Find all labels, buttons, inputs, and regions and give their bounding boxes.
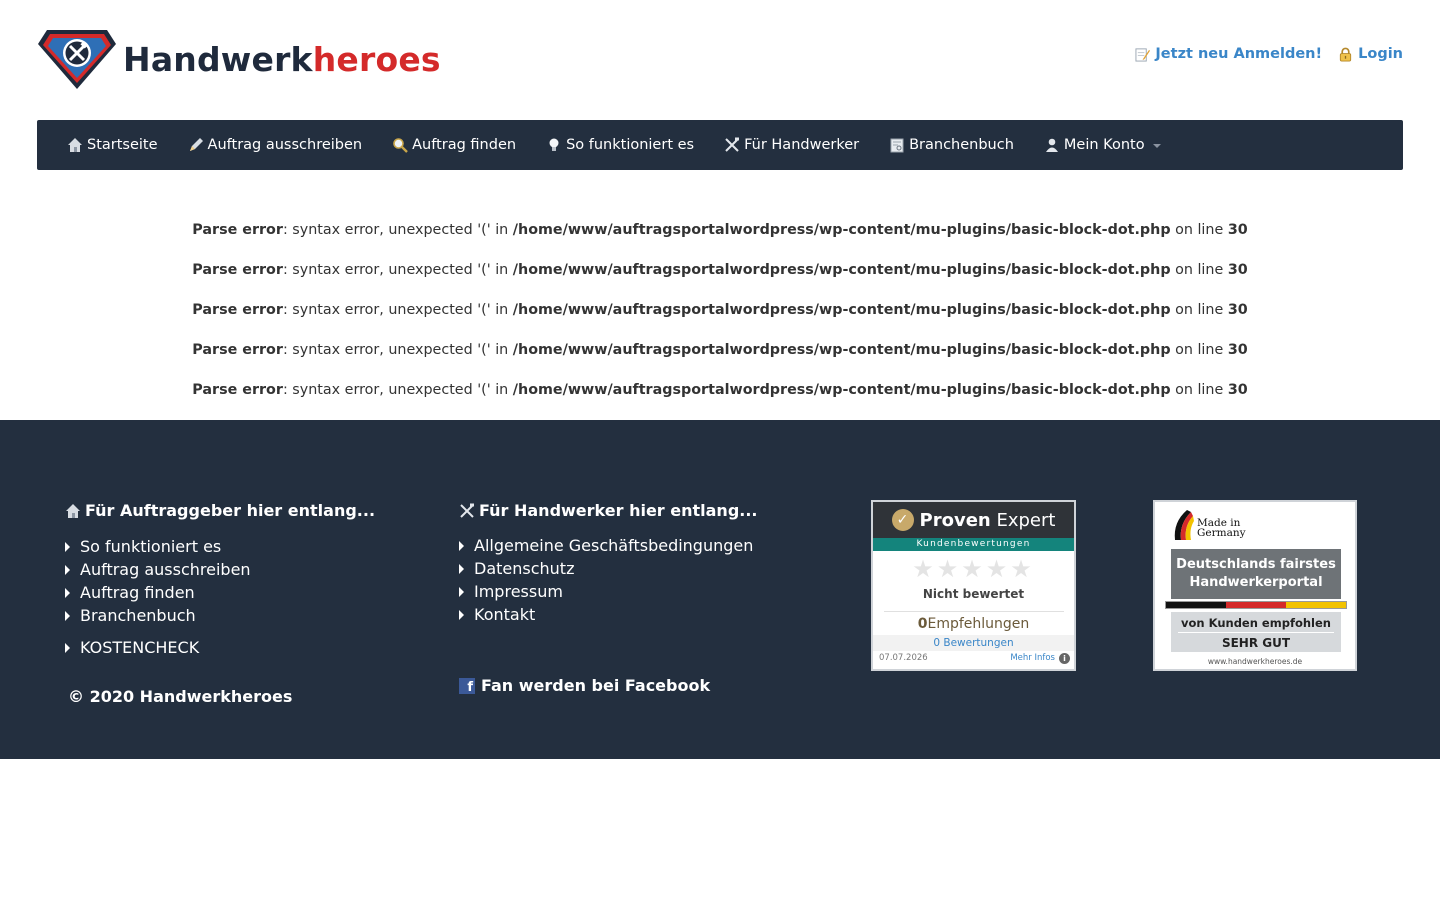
register-link-label: Jetzt neu Anmelden!: [1155, 46, 1323, 62]
footer-link-list: So funktioniert es Auftrag ausschreiben …: [65, 535, 375, 659]
footer: Für Auftraggeber hier entlang... So funk…: [0, 420, 1440, 759]
house-icon: [68, 138, 82, 152]
nav-item-auftrag-finden[interactable]: Auftrag finden: [392, 137, 516, 153]
caret-right-icon: [459, 563, 464, 574]
badge-url: www.handwerkheroes.de: [1207, 657, 1303, 666]
facebook-link[interactable]: f Fan werden bei Facebook: [459, 676, 710, 695]
pencil-icon: [189, 138, 203, 151]
nav-item-branchenbuch[interactable]: Branchenbuch: [889, 137, 1014, 153]
caret-right-icon: [459, 586, 464, 597]
footer-link-datenschutz[interactable]: Datenschutz: [459, 557, 758, 580]
facebook-icon: f: [459, 677, 475, 694]
star-icon: ★: [985, 555, 1011, 583]
nav-item-startseite[interactable]: Startseite: [67, 137, 158, 153]
info-icon: i: [1059, 652, 1070, 664]
star-icon: ★: [1010, 555, 1035, 583]
made-in-germany-label: Made in Germany: [1171, 508, 1246, 542]
main-navigation: Startseite Auftrag ausschreiben Auftrag …: [37, 120, 1403, 170]
footer-link-impressum[interactable]: Impressum: [459, 580, 758, 603]
caret-right-icon: [65, 541, 70, 552]
brand-name: Handwerkheroes: [123, 39, 441, 79]
header: Handwerkheroes Jetzt neu Anmelden! Login: [0, 0, 1440, 120]
nav-item-fuer-handwerker[interactable]: Für Handwerker: [724, 137, 859, 153]
star-icon: ★: [912, 555, 937, 583]
star-icon: ★: [961, 555, 986, 583]
nav-item-mein-konto[interactable]: Mein Konto: [1044, 137, 1161, 153]
german-flag-swoosh-icon: [1174, 510, 1194, 540]
account-links: Jetzt neu Anmelden! Login: [1135, 46, 1403, 62]
badge-recommendation: von Kunden empfohlen SEHR GUT: [1171, 612, 1341, 652]
house-icon: [66, 503, 80, 518]
magnifier-icon: [393, 138, 408, 153]
more-info-link[interactable]: Mehr Infos i: [1010, 652, 1070, 664]
note-pencil-icon: [1135, 47, 1151, 62]
footer-link-auftrag-ausschreiben[interactable]: Auftrag ausschreiben: [65, 558, 375, 581]
footer-link-kostencheck[interactable]: KOSTENCHECK: [65, 636, 375, 659]
footer-column-title: Für Handwerker hier entlang...: [459, 501, 758, 520]
footer-link-list: Allgemeine Geschäftsbedingungen Datensch…: [459, 534, 758, 626]
footer-link-branchenbuch[interactable]: Branchenbuch: [65, 604, 375, 627]
error-messages: Parse error: syntax error, unexpected '(…: [0, 218, 1440, 418]
error-line: Parse error: syntax error, unexpected '(…: [192, 262, 1248, 278]
footer-link-kontakt[interactable]: Kontakt: [459, 603, 758, 626]
copyright: © 2020 Handwerkheroes: [68, 687, 293, 706]
footer-link-so-funktioniert-es[interactable]: So funktioniert es: [65, 535, 375, 558]
reviews-link[interactable]: 0 Bewertungen: [873, 635, 1074, 651]
badge-date: 07.07.2026: [879, 653, 928, 663]
footer-column-handwerker: Für Handwerker hier entlang... Allgemein…: [459, 501, 758, 626]
chevron-down-icon: [1152, 144, 1161, 148]
german-flag-stripe: [1165, 601, 1347, 609]
proven-expert-badge[interactable]: ✓ Proven Expert Kundenbewertungen ★★★★★ …: [871, 500, 1076, 671]
book-icon: [890, 138, 904, 153]
proven-expert-footer: 07.07.2026 Mehr Infos i: [873, 651, 1074, 665]
site-logo[interactable]: Handwerkheroes: [37, 28, 441, 90]
register-link[interactable]: Jetzt neu Anmelden!: [1135, 46, 1322, 62]
proven-expert-subtitle: Kundenbewertungen: [873, 538, 1074, 551]
error-line: Parse error: syntax error, unexpected '(…: [192, 302, 1248, 318]
caret-right-icon: [459, 609, 464, 620]
padlock-icon: [1340, 47, 1352, 62]
login-link[interactable]: Login: [1338, 46, 1403, 62]
shield-tools-icon: [38, 30, 116, 89]
caret-right-icon: [65, 587, 70, 598]
user-icon: [1045, 138, 1058, 152]
checkmark-icon: ✓: [891, 509, 914, 531]
login-link-label: Login: [1358, 46, 1403, 62]
footer-link-auftrag-finden[interactable]: Auftrag finden: [65, 581, 375, 604]
proven-expert-header: ✓ Proven Expert: [873, 502, 1074, 538]
rating-status: Nicht bewertet: [922, 587, 1025, 601]
nav-item-so-funktioniert-es[interactable]: So funktioniert es: [546, 137, 694, 153]
footer-link-agb[interactable]: Allgemeine Geschäftsbedingungen: [459, 534, 758, 557]
lightbulb-icon: [549, 138, 559, 151]
error-line: Parse error: syntax error, unexpected '(…: [192, 222, 1248, 238]
footer-column-title: Für Auftraggeber hier entlang...: [65, 501, 375, 520]
footer-column-auftraggeber: Für Auftraggeber hier entlang... So funk…: [65, 501, 375, 659]
made-in-germany-badge[interactable]: Made in Germany Deutschlands fairstes Han…: [1153, 500, 1357, 671]
star-rating: ★★★★★: [873, 555, 1074, 583]
caret-right-icon: [65, 610, 70, 621]
star-icon: ★: [936, 555, 962, 583]
caret-right-icon: [459, 540, 464, 551]
error-line: Parse error: syntax error, unexpected '(…: [192, 342, 1248, 358]
caret-right-icon: [65, 564, 70, 575]
tools-icon: [460, 503, 474, 518]
error-line: Parse error: syntax error, unexpected '(…: [192, 382, 1248, 398]
caret-right-icon: [65, 642, 70, 653]
nav-item-auftrag-ausschreiben[interactable]: Auftrag ausschreiben: [188, 137, 362, 153]
badge-title: Deutschlands fairstes Handwerkerportal: [1171, 549, 1341, 599]
recommendations: 0Empfehlungen: [917, 616, 1030, 632]
tools-icon: [725, 137, 740, 152]
